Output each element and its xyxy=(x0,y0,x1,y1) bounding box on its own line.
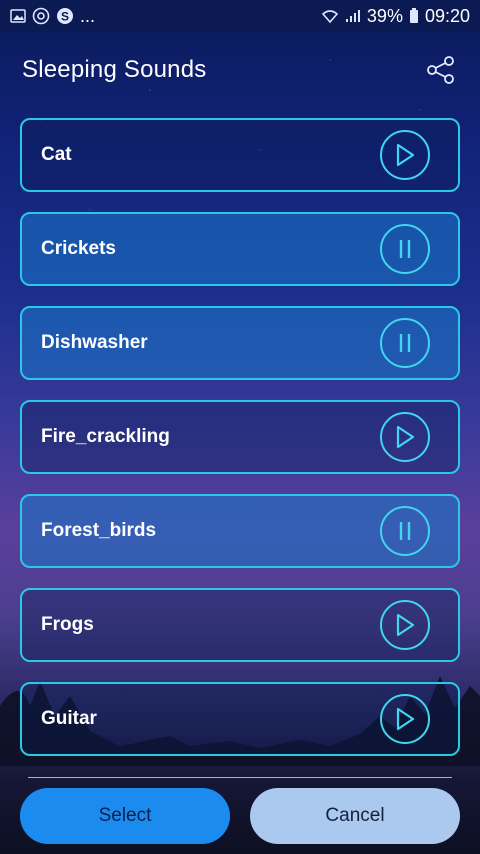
play-icon[interactable] xyxy=(380,600,430,650)
play-icon[interactable] xyxy=(380,694,430,744)
battery-percent: 39% xyxy=(366,5,403,26)
pause-icon[interactable] xyxy=(380,224,430,274)
divider xyxy=(28,777,452,778)
sound-item-label: Crickets xyxy=(41,238,116,259)
battery-icon xyxy=(409,8,419,24)
wifi-icon xyxy=(321,8,339,24)
page-title: Sleeping Sounds xyxy=(22,56,207,83)
sound-item-label: Frogs xyxy=(41,614,94,635)
sound-item-dishwasher[interactable]: Dishwasher xyxy=(20,306,460,380)
image-icon xyxy=(10,9,26,23)
select-button[interactable]: Select xyxy=(20,788,230,844)
skype-like-icon xyxy=(32,7,50,25)
status-bar: S ... 39% 09:20 xyxy=(0,0,480,32)
sound-item-label: Fire_crackling xyxy=(41,426,170,447)
status-ellipsis: ... xyxy=(80,5,96,26)
sound-item-cat[interactable]: Cat xyxy=(20,118,460,192)
cancel-button[interactable]: Cancel xyxy=(250,788,460,844)
signal-icon xyxy=(345,9,361,23)
pause-icon[interactable] xyxy=(380,318,430,368)
sound-item-forest-birds[interactable]: Forest_birds xyxy=(20,494,460,568)
app-bar: Sleeping Sounds xyxy=(0,32,480,108)
bottom-actions: Select Cancel xyxy=(0,788,480,846)
pause-icon[interactable] xyxy=(380,506,430,556)
play-icon[interactable] xyxy=(380,412,430,462)
sound-item-label: Cat xyxy=(41,144,72,165)
sound-list: Cat Crickets Dishwasher Fire_crackling F… xyxy=(20,118,460,776)
svg-text:S: S xyxy=(61,10,69,24)
sound-item-label: Forest_birds xyxy=(41,520,157,541)
sound-item-frogs[interactable]: Frogs xyxy=(20,588,460,662)
sound-item-label: Guitar xyxy=(41,708,97,729)
sound-item-label: Dishwasher xyxy=(41,332,148,353)
status-time: 09:20 xyxy=(424,5,470,26)
share-icon[interactable] xyxy=(424,53,458,87)
play-icon[interactable] xyxy=(380,130,430,180)
sound-item-guitar[interactable]: Guitar xyxy=(20,682,460,756)
sound-item-crickets[interactable]: Crickets xyxy=(20,212,460,286)
skype-icon: S xyxy=(56,7,74,25)
sound-item-fire-crackling[interactable]: Fire_crackling xyxy=(20,400,460,474)
